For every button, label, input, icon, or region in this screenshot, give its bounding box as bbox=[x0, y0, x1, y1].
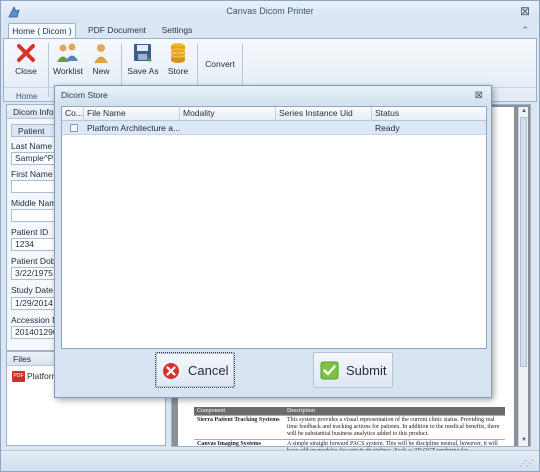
ribbon-group-label: Home bbox=[16, 92, 38, 101]
last-name-field[interactable]: Sample^Patient bbox=[11, 152, 58, 165]
tab-patient[interactable]: Patient bbox=[11, 124, 58, 137]
store-button[interactable]: Store bbox=[164, 42, 192, 86]
dialog-title: Dicom Store bbox=[55, 86, 491, 105]
row-checkbox[interactable] bbox=[70, 124, 78, 132]
patient-id-field[interactable]: 1234 bbox=[11, 238, 58, 251]
resize-grip-icon[interactable]: ⋰⋰ bbox=[519, 459, 534, 468]
vertical-scrollbar[interactable]: ▲ ▼ bbox=[518, 107, 528, 446]
doc-table-header-description: Description bbox=[284, 407, 505, 416]
ribbon-collapse-icon[interactable]: ⌃ bbox=[521, 25, 529, 36]
close-button-label: Close bbox=[15, 66, 37, 76]
column-header-modality[interactable]: Modality bbox=[180, 107, 276, 121]
floppy-icon bbox=[134, 44, 152, 62]
title-bar: Canvas Dicom Printer ⊠ bbox=[1, 1, 539, 23]
dialog-close-icon[interactable]: ⊠ bbox=[475, 90, 483, 101]
save-as-button-label: Save As bbox=[127, 66, 159, 76]
worklist-button-label: Worklist bbox=[52, 66, 84, 76]
middle-name-label: Middle Name bbox=[11, 198, 59, 208]
cancel-icon bbox=[163, 363, 179, 379]
convert-button-label: Convert bbox=[205, 59, 235, 69]
ribbon-tab-bar: Home ( Dicom ) PDF Document Settings ⌃ bbox=[1, 23, 539, 39]
close-x-icon bbox=[17, 44, 35, 62]
doc-table-header-component: Component bbox=[194, 407, 284, 416]
tab-pdf-document[interactable]: PDF Document bbox=[85, 23, 149, 39]
middle-name-field[interactable] bbox=[11, 209, 58, 222]
database-icon bbox=[170, 43, 186, 63]
cancel-button-label: Cancel bbox=[188, 363, 229, 378]
status-bar: ⋰⋰ bbox=[1, 450, 539, 471]
new-button[interactable]: New bbox=[88, 42, 114, 86]
dicom-info-header: Dicom Information bbox=[7, 105, 58, 119]
store-button-label: Store bbox=[167, 66, 189, 76]
table-row: Sierra Patient Tracking Systems This sys… bbox=[194, 415, 505, 440]
submit-button-label: Submit bbox=[346, 363, 387, 378]
last-name-label: Last Name bbox=[11, 141, 53, 151]
worklist-button[interactable]: Worklist bbox=[52, 42, 84, 86]
scrollbar-thumb[interactable] bbox=[520, 117, 527, 367]
main-window: Canvas Dicom Printer ⊠ Home ( Dicom ) PD… bbox=[0, 0, 540, 472]
ribbon-separator bbox=[48, 43, 49, 97]
people-icon bbox=[57, 43, 78, 62]
accession-number-label: Accession Number bbox=[11, 315, 58, 325]
scroll-down-icon[interactable]: ▼ bbox=[520, 437, 528, 445]
doc-description-cell: This system provides a visual representa… bbox=[284, 415, 505, 440]
modality-cell bbox=[180, 121, 276, 135]
window-close-icon[interactable]: ⊠ bbox=[520, 4, 530, 18]
table-row[interactable]: Platform Architecture a... Ready bbox=[62, 121, 486, 135]
study-date-field[interactable]: 1/29/2014 bbox=[11, 297, 58, 310]
dicom-info-panel: Dicom Information Patient Last Name Samp… bbox=[6, 104, 59, 351]
column-header-checked[interactable]: Co... bbox=[62, 107, 84, 121]
file-name-cell: Platform Architecture a... bbox=[87, 123, 180, 133]
dicom-store-dialog: Dicom Store ⊠ Co... File Name Modality S… bbox=[54, 85, 492, 398]
tab-settings[interactable]: Settings bbox=[153, 23, 201, 39]
pdf-file-icon: PDF bbox=[12, 371, 25, 383]
scroll-up-icon[interactable]: ▲ bbox=[520, 108, 528, 116]
accession-number-field[interactable]: 20140129030 bbox=[11, 326, 58, 339]
document-table: Component Description Sierra Patient Tra… bbox=[194, 407, 505, 456]
patient-dob-label: Patient Dob bbox=[11, 256, 56, 266]
cancel-button[interactable]: Cancel bbox=[155, 352, 235, 388]
store-grid: Co... File Name Modality Series Instance… bbox=[61, 106, 487, 349]
study-date-label: Study Date bbox=[11, 285, 54, 295]
person-icon bbox=[94, 44, 108, 63]
patient-dob-field[interactable]: 3/22/1975 bbox=[11, 267, 58, 280]
save-as-button[interactable]: Save As bbox=[126, 42, 160, 86]
column-header-file-name[interactable]: File Name bbox=[84, 107, 180, 121]
submit-button[interactable]: Submit bbox=[313, 352, 393, 388]
series-uid-cell bbox=[276, 121, 372, 135]
column-header-series-uid[interactable]: Series Instance Uid bbox=[276, 107, 372, 121]
new-button-label: New bbox=[92, 66, 110, 76]
doc-component-cell: Sierra Patient Tracking Systems bbox=[194, 415, 284, 440]
close-button[interactable]: Close bbox=[10, 42, 42, 86]
window-title: Canvas Dicom Printer bbox=[226, 6, 314, 16]
tab-home-dicom[interactable]: Home ( Dicom ) bbox=[8, 23, 76, 39]
patient-id-label: Patient ID bbox=[11, 227, 49, 237]
column-header-status[interactable]: Status bbox=[372, 107, 486, 121]
status-cell: Ready bbox=[375, 123, 400, 133]
checkmark-icon bbox=[320, 361, 339, 380]
first-name-label: First Name bbox=[11, 169, 53, 179]
first-name-field[interactable] bbox=[11, 180, 58, 193]
